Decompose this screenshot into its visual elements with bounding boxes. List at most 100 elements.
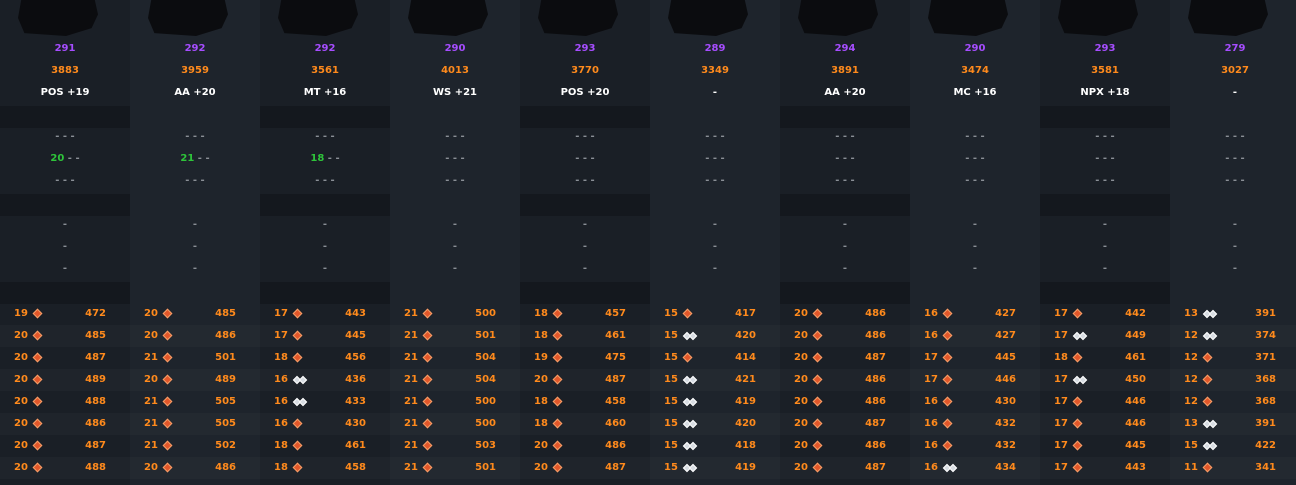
player-column[interactable]: 292 3959 AA +20 - - - 21 - - - - - - - - 20 485 20 4… xyxy=(130,0,260,485)
gear-row[interactable]: 15 420 xyxy=(650,325,780,347)
gear-row[interactable]: 20 487 xyxy=(780,347,910,369)
gear-row[interactable]: 17 445 xyxy=(1040,435,1170,457)
gear-row[interactable]: 20 486 xyxy=(780,369,910,391)
gear-row[interactable]: 17 442 xyxy=(1040,303,1170,325)
gear-row[interactable]: 20 489 xyxy=(0,369,130,391)
gear-row[interactable]: 16 427 xyxy=(910,303,1040,325)
gear-row[interactable]: 15 419 xyxy=(650,391,780,413)
gear-row[interactable]: 21 503 xyxy=(390,435,520,457)
gear-row[interactable]: 20 487 xyxy=(780,413,910,435)
gear-row[interactable]: 20 487 xyxy=(520,369,650,391)
gem-icon xyxy=(552,462,563,473)
player-column[interactable]: 293 3581 NPX +18 - - - - - - - - - - - - 17 442 17 4… xyxy=(1040,0,1170,485)
gear-row[interactable]: 20 486 xyxy=(130,457,260,479)
gear-row[interactable]: 18 461 xyxy=(260,435,390,457)
gear-row[interactable]: 21 504 xyxy=(390,369,520,391)
gear-row[interactable]: 15 419 xyxy=(650,457,780,479)
gear-row[interactable]: 21 502 xyxy=(130,435,260,457)
gear-row[interactable]: 20 488 xyxy=(0,391,130,413)
gear-row[interactable]: 12 368 xyxy=(1170,369,1296,391)
gem-icon xyxy=(162,396,173,407)
gear-row[interactable]: 20 486 xyxy=(0,413,130,435)
player-column[interactable]: 279 3027 - - - - - - - - - - - - - 13 391 12 374 12 37… xyxy=(1170,0,1296,485)
gear-row[interactable]: 21 501 xyxy=(130,347,260,369)
gear-row[interactable]: 21 500 xyxy=(390,303,520,325)
gear-row[interactable]: 16 430 xyxy=(260,413,390,435)
gear-row[interactable]: 16 433 xyxy=(260,391,390,413)
player-column[interactable]: 291 3883 POS +19 - - - 20 - - - - - - - - 19 472 20… xyxy=(0,0,130,485)
gear-row[interactable]: 19 475 xyxy=(520,347,650,369)
gem-icon xyxy=(422,374,433,385)
player-column[interactable]: 290 4013 WS +21 - - - - - - - - - - - - 21 500 21 50… xyxy=(390,0,520,485)
gear-row[interactable]: 15 421 xyxy=(650,369,780,391)
gear-row[interactable]: 18 460 xyxy=(520,413,650,435)
gear-row[interactable]: 16 427 xyxy=(910,325,1040,347)
gear-row[interactable]: 20 485 xyxy=(0,325,130,347)
gear-row[interactable]: 12 374 xyxy=(1170,325,1296,347)
gear-row[interactable]: 20 487 xyxy=(0,435,130,457)
gear-row[interactable]: 15 420 xyxy=(650,413,780,435)
gear-row[interactable]: 17 446 xyxy=(1040,391,1170,413)
player-column[interactable]: 293 3770 POS +20 - - - - - - - - - - - - 18 457 18 4… xyxy=(520,0,650,485)
gear-row[interactable]: 17 443 xyxy=(1040,457,1170,479)
gear-row[interactable]: 17 449 xyxy=(1040,325,1170,347)
key-level: 13 xyxy=(1184,418,1198,429)
gear-row[interactable]: 16 434 xyxy=(910,457,1040,479)
gear-row[interactable]: 20 486 xyxy=(520,435,650,457)
gear-row[interactable]: 20 486 xyxy=(130,325,260,347)
gear-row[interactable]: 16 430 xyxy=(910,391,1040,413)
gear-row[interactable]: 15 422 xyxy=(1170,435,1296,457)
enchant-row: - xyxy=(972,263,978,274)
score-value: 449 xyxy=(1125,330,1146,341)
gear-row[interactable]: 15 414 xyxy=(650,347,780,369)
gear-row[interactable]: 20 486 xyxy=(780,303,910,325)
gear-row[interactable]: 16 436 xyxy=(260,369,390,391)
gear-row[interactable]: 20 486 xyxy=(780,435,910,457)
gear-row[interactable]: 12 368 xyxy=(1170,391,1296,413)
gear-row[interactable]: 20 487 xyxy=(780,457,910,479)
gear-row[interactable]: 17 445 xyxy=(910,347,1040,369)
gear-row[interactable]: 18 457 xyxy=(520,303,650,325)
gear-row[interactable]: 21 500 xyxy=(390,391,520,413)
gear-row[interactable]: 21 500 xyxy=(390,413,520,435)
gear-row[interactable]: 18 458 xyxy=(260,457,390,479)
gear-row[interactable]: 21 501 xyxy=(390,325,520,347)
player-column[interactable]: 289 3349 - - - - - - - - - - - - - 15 417 15 420 15 41… xyxy=(650,0,780,485)
player-column[interactable]: 294 3891 AA +20 - - - - - - - - - - - - 20 486 20 48… xyxy=(780,0,910,485)
gear-row[interactable]: 13 391 xyxy=(1170,413,1296,435)
gear-row[interactable]: 18 456 xyxy=(260,347,390,369)
player-column[interactable]: 290 3474 MC +16 - - - - - - - - - - - - 16 427 16 42… xyxy=(910,0,1040,485)
gear-row[interactable]: 21 505 xyxy=(130,413,260,435)
gear-row[interactable]: 20 486 xyxy=(780,325,910,347)
gear-row[interactable]: 15 417 xyxy=(650,303,780,325)
gear-row[interactable]: 16 432 xyxy=(910,435,1040,457)
gear-row[interactable]: 17 443 xyxy=(260,303,390,325)
gear-row[interactable]: 18 458 xyxy=(520,391,650,413)
gear-row[interactable]: 15 418 xyxy=(650,435,780,457)
gear-row[interactable]: 17 446 xyxy=(910,369,1040,391)
gear-row[interactable]: 21 505 xyxy=(130,391,260,413)
tier-row: - - - xyxy=(185,131,205,142)
gear-row[interactable]: 18 461 xyxy=(520,325,650,347)
gear-row[interactable]: 19 472 xyxy=(0,303,130,325)
gear-row[interactable]: 18 461 xyxy=(1040,347,1170,369)
player-column[interactable]: 292 3561 MT +16 - - - 18 - - - - - - - - 17 443 17 4… xyxy=(260,0,390,485)
gear-row[interactable]: 17 446 xyxy=(1040,413,1170,435)
gear-row[interactable]: 12 371 xyxy=(1170,347,1296,369)
gear-row[interactable]: 20 485 xyxy=(130,303,260,325)
enchant-row: - xyxy=(452,241,458,252)
gear-row[interactable]: 20 488 xyxy=(0,457,130,479)
gear-row[interactable]: 13 391 xyxy=(1170,303,1296,325)
gear-row[interactable]: 21 501 xyxy=(390,457,520,479)
gear-row[interactable]: 20 489 xyxy=(130,369,260,391)
gear-row[interactable]: 21 504 xyxy=(390,347,520,369)
gear-row[interactable]: 17 450 xyxy=(1040,369,1170,391)
score-value: 488 xyxy=(85,462,106,473)
gear-row[interactable]: 11 341 xyxy=(1170,457,1296,479)
gear-row[interactable]: 20 486 xyxy=(780,391,910,413)
gear-row[interactable]: 20 487 xyxy=(0,347,130,369)
gear-row[interactable]: 20 487 xyxy=(520,457,650,479)
gear-row[interactable]: 17 445 xyxy=(260,325,390,347)
mythic-score: 3883 xyxy=(51,65,79,76)
gear-row[interactable]: 16 432 xyxy=(910,413,1040,435)
